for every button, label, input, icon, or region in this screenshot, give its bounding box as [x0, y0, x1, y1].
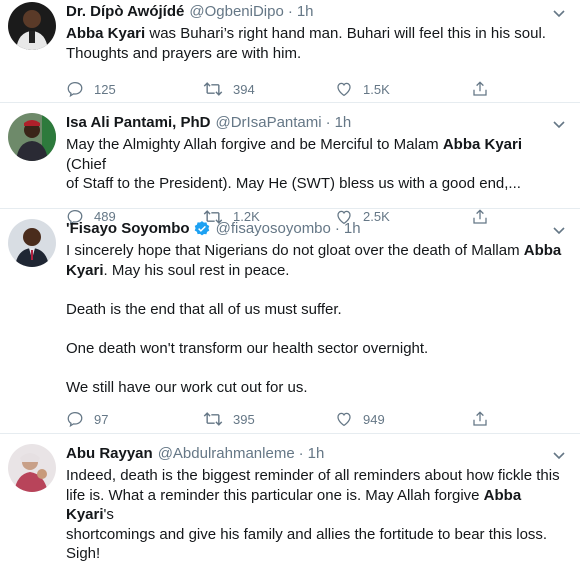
verified-badge-icon — [194, 221, 209, 236]
chevron-down-icon[interactable] — [552, 117, 566, 131]
avatar[interactable] — [8, 219, 56, 267]
separator: · — [334, 220, 340, 237]
username[interactable]: @OgbeniDipo — [189, 2, 283, 22]
retweet-count: 394 — [233, 81, 255, 97]
reply-icon — [67, 81, 83, 98]
share-button[interactable] — [471, 80, 511, 98]
tweet-header: Abu Rayyan @Abdulrahmanleme · 1h — [66, 444, 566, 464]
avatar[interactable] — [8, 444, 56, 492]
chevron-down-icon[interactable] — [552, 448, 566, 462]
share-icon — [473, 81, 487, 96]
retweet-icon — [203, 412, 223, 426]
like-button[interactable]: 1.5K — [335, 80, 471, 98]
tweet-text-run: I sincerely hope that Nigerians do not g… — [66, 242, 524, 259]
share-icon — [473, 411, 487, 426]
timestamp[interactable]: 1h — [297, 2, 314, 22]
like-count: 1.5K — [363, 81, 390, 97]
display-name[interactable]: 'Fisayo Soyombo — [66, 219, 190, 239]
like-button[interactable]: 949 — [335, 410, 471, 428]
chevron-down-icon[interactable] — [552, 6, 566, 20]
like-icon — [337, 82, 351, 97]
reply-icon — [67, 411, 83, 428]
avatar[interactable] — [8, 113, 56, 161]
timestamp[interactable]: 1h — [335, 113, 352, 133]
retweet-button[interactable]: 394 — [203, 80, 335, 98]
username[interactable]: @Abdulrahmanleme — [158, 444, 295, 464]
reply-count: 125 — [94, 81, 116, 97]
tweet[interactable]: 'Fisayo Soyombo @fisayosoyombo · 1h I si… — [0, 209, 580, 434]
username[interactable]: @DrIsaPantami — [216, 113, 322, 133]
share-button[interactable] — [471, 410, 511, 428]
reply-button[interactable]: 125 — [66, 80, 203, 98]
tweet-text-run: 's shortcomings and give his family and … — [66, 506, 548, 562]
separator: · — [298, 445, 304, 462]
like-count: 949 — [363, 411, 385, 427]
chevron-down-icon[interactable] — [552, 223, 566, 237]
timestamp[interactable]: 1h — [344, 219, 361, 239]
display-name[interactable]: Abu Rayyan — [66, 444, 153, 464]
reply-button[interactable]: 97 — [66, 410, 203, 428]
highlighted-text: Abba Kyari — [442, 136, 523, 153]
like-icon — [337, 412, 351, 427]
timestamp[interactable]: 1h — [308, 444, 325, 464]
retweet-count: 395 — [233, 411, 255, 427]
tweet-text-run: May the Almighty Allah forgive and be Me… — [66, 136, 443, 153]
retweet-button[interactable]: 395 — [203, 410, 335, 428]
username[interactable]: @fisayosoyombo — [216, 219, 331, 239]
tweet-header: Isa Ali Pantami, PhD @DrIsaPantami · 1h — [66, 113, 566, 133]
display-name[interactable]: Dr. Dípò Awójídé — [66, 2, 184, 22]
separator: · — [287, 3, 293, 20]
tweet-header: Dr. Dípò Awójídé @OgbeniDipo · 1h — [66, 2, 566, 22]
tweet-actions: 97 395 949 — [66, 399, 566, 439]
reply-count: 97 — [94, 411, 109, 427]
timeline: Dr. Dípò Awójídé @OgbeniDipo · 1h Abba K… — [0, 0, 580, 562]
avatar[interactable] — [8, 2, 56, 50]
tweet-text: Indeed, death is the biggest reminder of… — [66, 466, 566, 564]
separator: · — [325, 114, 331, 131]
tweet[interactable]: Abu Rayyan @Abdulrahmanleme · 1h Indeed,… — [0, 434, 580, 562]
tweet-text-run: . May his soul rest in peace. Death is t… — [66, 261, 429, 396]
tweet-text: I sincerely hope that Nigerians do not g… — [66, 241, 566, 397]
tweet[interactable]: Isa Ali Pantami, PhD @DrIsaPantami · 1h … — [0, 103, 580, 225]
highlighted-text: Abba Kyari — [66, 25, 146, 42]
tweet-text-run: (Chief of Staff to the President). May H… — [66, 155, 521, 193]
tweet-text: May the Almighty Allah forgive and be Me… — [66, 135, 566, 194]
tweet-header: 'Fisayo Soyombo @fisayosoyombo · 1h — [66, 219, 566, 239]
tweet[interactable]: Dr. Dípò Awójídé @OgbeniDipo · 1h Abba K… — [0, 0, 580, 103]
tweet-text: Abba Kyari was Buhari’s right hand man. … — [66, 24, 566, 63]
display-name[interactable]: Isa Ali Pantami, PhD — [66, 113, 211, 133]
retweet-icon — [203, 82, 223, 96]
